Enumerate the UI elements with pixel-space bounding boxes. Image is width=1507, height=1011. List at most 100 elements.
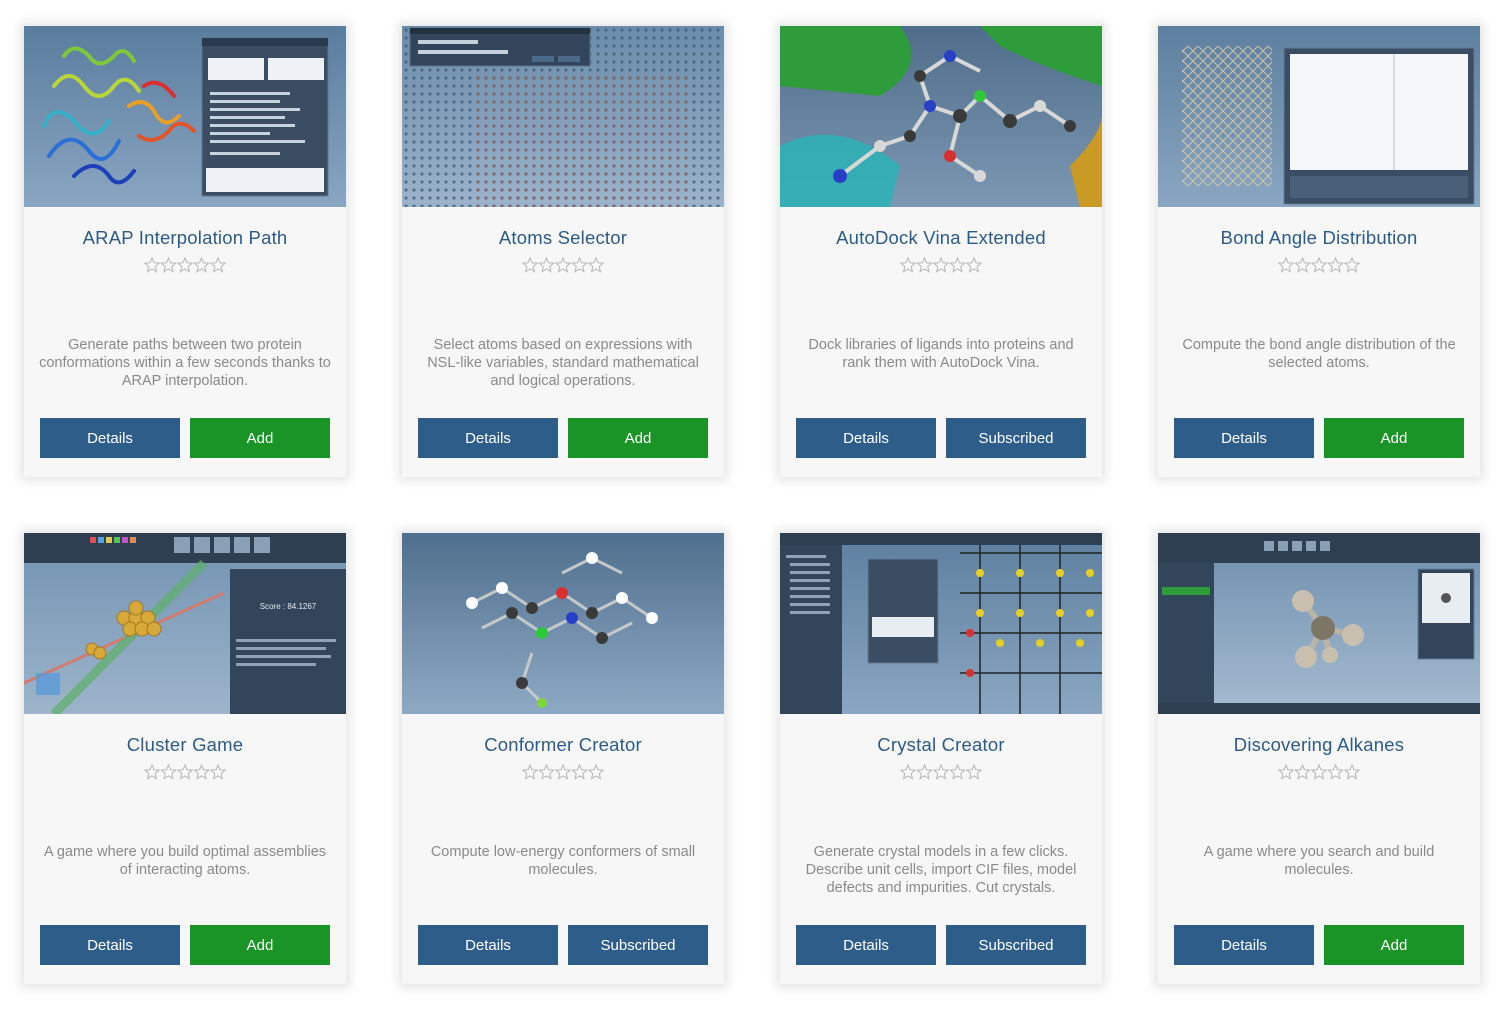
star-icon[interactable] (1278, 764, 1295, 780)
star-icon[interactable] (144, 257, 161, 273)
star-icon[interactable] (209, 257, 226, 273)
star-icon[interactable] (965, 257, 982, 273)
star-icon[interactable] (209, 764, 226, 780)
details-button[interactable]: Details (796, 925, 936, 965)
app-thumbnail[interactable] (402, 533, 724, 714)
star-icon[interactable] (160, 257, 177, 273)
star-icon[interactable] (1343, 257, 1360, 273)
app-title[interactable]: ARAP Interpolation Path (24, 227, 346, 249)
apps-grid: ARAP Interpolation Path Generate paths b… (0, 0, 1507, 1011)
star-icon[interactable] (932, 257, 950, 273)
subscribed-button[interactable]: Subscribed (568, 925, 708, 965)
details-button[interactable]: Details (1174, 925, 1314, 965)
star-icon[interactable] (176, 257, 194, 273)
rating-stars[interactable] (522, 764, 604, 780)
rating-stars[interactable] (1278, 764, 1360, 780)
rating-stars[interactable] (900, 257, 982, 273)
app-thumbnail[interactable] (780, 533, 1102, 714)
rating-stars[interactable] (522, 257, 604, 273)
star-icon[interactable] (522, 257, 539, 273)
star-icon[interactable] (144, 764, 161, 780)
app-card: Conformer Creator Compute low-energy con… (402, 533, 724, 984)
star-icon[interactable] (160, 764, 177, 780)
app-thumbnail[interactable]: Score : 84.1267 (24, 533, 346, 714)
details-button[interactable]: Details (796, 418, 936, 458)
rating-stars[interactable] (1278, 257, 1360, 273)
details-button[interactable]: Details (1174, 418, 1314, 458)
star-icon[interactable] (1343, 764, 1360, 780)
app-thumbnail[interactable] (402, 26, 724, 207)
app-description: Compute the bond angle distribution of t… (1182, 337, 1456, 371)
star-icon[interactable] (916, 257, 933, 273)
star-icon[interactable] (571, 257, 588, 273)
app-description: Generate paths between two protein confo… (39, 337, 331, 389)
conformers-illustration (466, 552, 658, 708)
app-description: Dock libraries of ligands into proteins … (808, 337, 1074, 371)
subscribed-button[interactable]: Subscribed (946, 925, 1086, 965)
app-card: Bond Angle Distribution Compute the bond… (1158, 26, 1480, 477)
star-icon[interactable] (587, 764, 604, 780)
star-icon[interactable] (176, 764, 194, 780)
star-icon[interactable] (1278, 257, 1295, 273)
add-button[interactable]: Add (190, 418, 330, 458)
details-button[interactable]: Details (40, 418, 180, 458)
app-card: Discovering Alkanes A game where you sea… (1158, 533, 1480, 984)
star-icon[interactable] (965, 764, 982, 780)
app-title[interactable]: Atoms Selector (402, 227, 724, 249)
atom-lattice-illustration (402, 26, 724, 207)
subscribed-button[interactable]: Subscribed (946, 418, 1086, 458)
add-button[interactable]: Add (1324, 418, 1464, 458)
star-icon[interactable] (932, 764, 950, 780)
app-card: Score : 84.1267 Cluster Game A game wher… (24, 533, 346, 984)
star-icon[interactable] (1327, 257, 1344, 273)
cluster-game-illustration: Score : 84.1267 (24, 533, 346, 714)
star-icon[interactable] (1310, 257, 1328, 273)
details-button[interactable]: Details (418, 418, 558, 458)
crystal-creator-illustration (780, 533, 1102, 714)
add-button[interactable]: Add (1324, 925, 1464, 965)
app-description: A game where you build optimal assemblie… (43, 844, 327, 878)
star-icon[interactable] (538, 257, 555, 273)
app-thumbnail[interactable] (780, 26, 1102, 207)
star-icon[interactable] (900, 257, 917, 273)
star-icon[interactable] (1310, 764, 1328, 780)
star-icon[interactable] (538, 764, 555, 780)
app-title[interactable]: Discovering Alkanes (1158, 734, 1480, 756)
app-card: Atoms Selector Select atoms based on exp… (402, 26, 724, 477)
star-icon[interactable] (1294, 257, 1311, 273)
star-icon[interactable] (587, 257, 604, 273)
add-button[interactable]: Add (568, 418, 708, 458)
app-title[interactable]: Crystal Creator (780, 734, 1102, 756)
app-title[interactable]: AutoDock Vina Extended (780, 227, 1102, 249)
star-icon[interactable] (571, 764, 588, 780)
app-title[interactable]: Conformer Creator (402, 734, 724, 756)
app-title[interactable]: Cluster Game (24, 734, 346, 756)
app-thumbnail[interactable] (1158, 26, 1480, 207)
rating-stars[interactable] (144, 764, 226, 780)
star-icon[interactable] (193, 764, 210, 780)
star-icon[interactable] (1294, 764, 1311, 780)
app-thumbnail[interactable] (1158, 533, 1480, 714)
star-icon[interactable] (554, 257, 572, 273)
rating-stars[interactable] (144, 257, 226, 273)
star-icon[interactable] (522, 764, 539, 780)
app-description: Compute low-energy conformers of small m… (430, 844, 696, 878)
star-icon[interactable] (193, 257, 210, 273)
app-thumbnail[interactable] (24, 26, 346, 207)
star-icon[interactable] (949, 257, 966, 273)
star-icon[interactable] (949, 764, 966, 780)
details-button[interactable]: Details (418, 925, 558, 965)
star-icon[interactable] (554, 764, 572, 780)
app-title[interactable]: Bond Angle Distribution (1158, 227, 1480, 249)
app-card: ARAP Interpolation Path Generate paths b… (24, 26, 346, 477)
add-button[interactable]: Add (190, 925, 330, 965)
details-button[interactable]: Details (40, 925, 180, 965)
app-card: Crystal Creator Generate crystal models … (780, 533, 1102, 984)
star-icon[interactable] (1327, 764, 1344, 780)
score-readout: Score : 84.1267 (260, 602, 317, 611)
rating-stars[interactable] (900, 764, 982, 780)
app-card: AutoDock Vina Extended Dock libraries of… (780, 26, 1102, 477)
star-icon[interactable] (900, 764, 917, 780)
star-icon[interactable] (916, 764, 933, 780)
alkane-game-illustration (1158, 533, 1480, 714)
